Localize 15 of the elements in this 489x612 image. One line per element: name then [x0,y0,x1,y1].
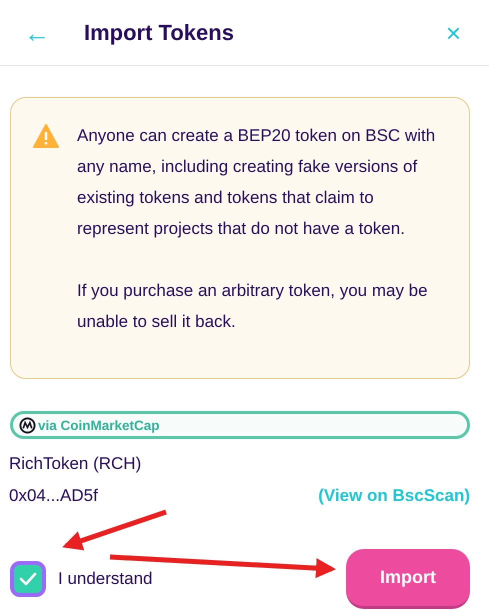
coin-logo-icon [19,416,36,434]
source-label: via CoinMarketCap [38,418,160,432]
token-address: 0x04...AD5f [9,485,98,507]
warning-icon [33,124,59,148]
check-icon [19,572,37,586]
warning-text: If you purchase an arbitrary token, you may be unable to sell it back. [77,280,429,333]
understand-checkbox[interactable] [10,561,46,597]
import-button[interactable]: Import [346,549,470,609]
back-button[interactable]: ← [24,20,50,46]
dialog-title: Import Tokens [84,20,235,46]
warning-text: Anyone can create a BEP20 token on BSC with any name, including creating fake versions of existing tokens and tokens that claim to represent projects that do not have a token. [77,125,436,240]
checkbox-label: I understand [58,569,154,589]
close-button[interactable]: × [446,20,461,46]
view-link[interactable]: (View on BscScan) [318,481,470,511]
token-name: RichToken (RCH) [9,453,142,475]
